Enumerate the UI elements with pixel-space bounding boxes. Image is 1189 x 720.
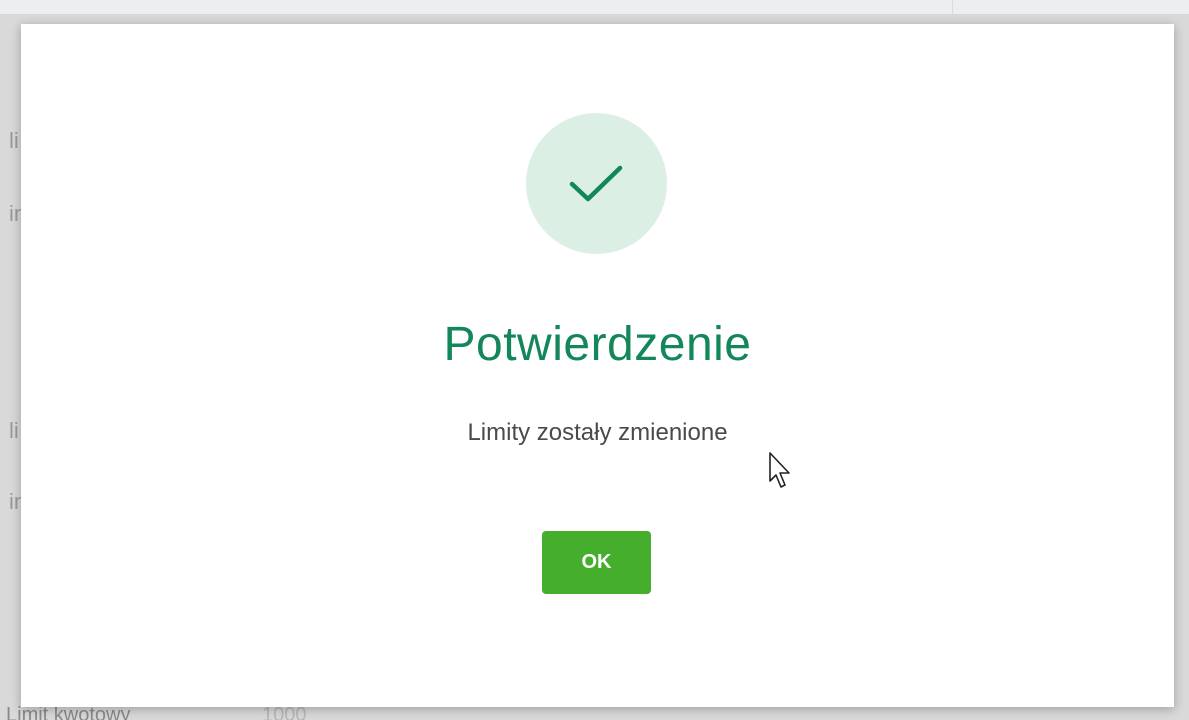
success-icon-circle [526, 113, 667, 254]
background-top-bar [0, 0, 1189, 14]
ok-button[interactable]: OK [542, 531, 651, 594]
confirmation-dialog: Potwierdzenie Limity zostały zmienione O… [21, 24, 1174, 707]
background-label-fragment: li [9, 418, 19, 443]
background-top-bar-divider [952, 0, 953, 14]
mouse-cursor-icon [769, 452, 790, 488]
background-label-fragment: li [9, 128, 19, 153]
dialog-title: Potwierdzenie [443, 318, 752, 371]
checkmark-icon [569, 165, 623, 202]
dialog-message: Limity zostały zmienione [467, 419, 728, 446]
